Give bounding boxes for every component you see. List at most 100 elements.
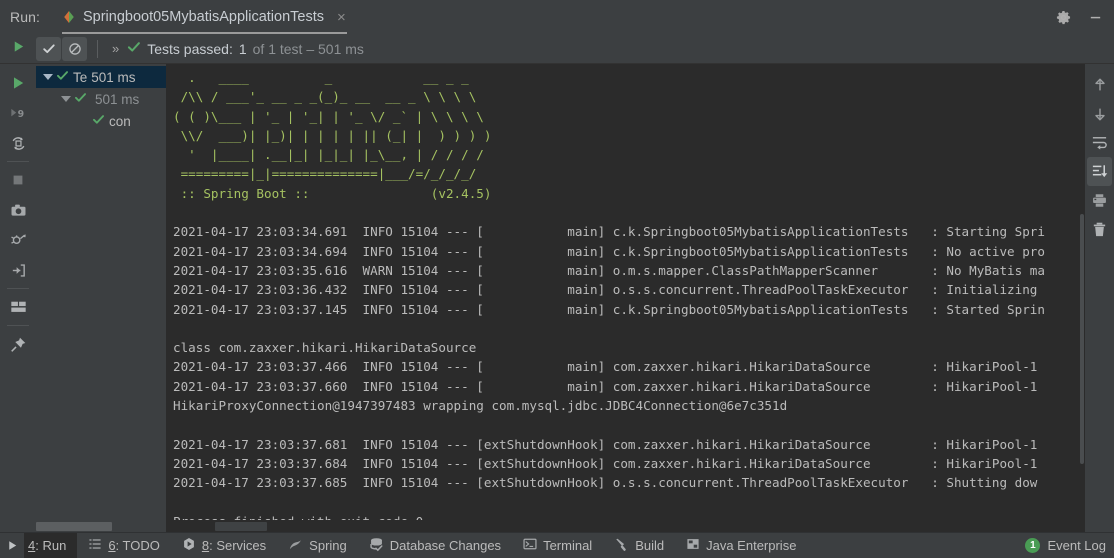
console-line: ( ( )\___ | '_ | '_| | '_ \/ _` | \ \ \ … (173, 108, 484, 124)
delete-icon[interactable] (1087, 215, 1112, 244)
tests-total-duration: of 1 test – 501 ms (252, 40, 364, 57)
services-shortcut-number: 8 (201, 538, 210, 553)
console-line: :: Spring Boot :: (v2.4.5) (173, 185, 492, 201)
rerun-failed-tests-icon[interactable]: 9 (3, 98, 33, 128)
sidebar-item-run[interactable]: 4: Run (24, 532, 78, 558)
run-window-label: Run: (10, 9, 40, 25)
toolbar-run-cell (0, 39, 36, 59)
run-icon[interactable] (3, 68, 33, 98)
print-icon[interactable] (1087, 186, 1112, 215)
sidebar-item-build[interactable]: Build (603, 533, 675, 558)
gear-icon[interactable] (1050, 4, 1076, 30)
test-status-line: Tests passed: 1 of 1 test – 501 ms (127, 40, 364, 57)
sidebar-item-services[interactable]: 8: Services (171, 533, 277, 558)
console-line: 2021-04-17 23:03:34.694 INFO 15104 --- [… (173, 243, 1045, 259)
console-output-text[interactable]: . ____ _ __ _ _ /\\ / ___'_ __ _ _(_)_ _… (167, 64, 1085, 520)
sidebar-item-terminal[interactable]: Terminal (512, 533, 603, 558)
build-icon (614, 537, 629, 555)
scrollbar-thumb[interactable] (36, 522, 112, 531)
test-tree-row-root[interactable]: Te 501 ms (36, 66, 166, 88)
layout-icon[interactable] (3, 292, 33, 322)
expand-triangle-icon[interactable] (40, 74, 56, 80)
test-tree-row-label: Te (73, 69, 88, 85)
run-icon[interactable] (11, 39, 26, 59)
show-passed-tests-toggle[interactable] (36, 36, 61, 61)
console-line: class com.zaxxer.hikari.HikariDataSource (173, 340, 477, 356)
thread-dump-icon[interactable] (3, 225, 33, 255)
console-line: HikariProxyConnection@1947397483 wrappin… (173, 398, 788, 414)
event-log-area[interactable]: 1 Event Log (1025, 538, 1106, 553)
soft-wrap-icon[interactable] (1087, 128, 1112, 157)
sidebar-item-database-changes[interactable]: Database Changes (358, 533, 512, 558)
test-tree-horizontal-scrollbar[interactable] (36, 520, 166, 532)
rerun-icon[interactable] (3, 128, 33, 158)
console-line: 2021-04-17 23:03:37.685 INFO 15104 --- [… (173, 475, 1038, 491)
console-line: ' |____| .__|_| |_|_| |_\__, | / / / / (173, 147, 484, 163)
run-config-name: Springboot05MybatisApplicationTests (82, 9, 324, 25)
database-changes-label: Database Changes (389, 538, 502, 553)
import-tests-icon[interactable] (3, 255, 33, 285)
toolbar-divider (97, 39, 98, 58)
minimize-icon[interactable] (1082, 4, 1108, 30)
terminal-label: Terminal (543, 538, 593, 553)
console-line: 2021-04-17 23:03:36.432 INFO 15104 --- [… (173, 282, 1038, 298)
hide-ignored-tests-toggle[interactable] (62, 36, 87, 61)
test-tree[interactable]: Te 501 ms 501 ms con (36, 64, 166, 520)
stop-icon[interactable] (3, 165, 33, 195)
console-actions-rail (1085, 64, 1114, 532)
run-toolbar: » Tests passed: 1 of 1 test – 501 ms (0, 34, 1114, 64)
console-line: =========|_|==============|___/=/_/_/_/ (173, 166, 477, 182)
green-check-icon (127, 40, 141, 57)
console-line: 2021-04-17 23:03:34.691 INFO 15104 --- [… (173, 224, 1045, 240)
test-passed-icon (92, 113, 105, 129)
console-line: 2021-04-17 23:03:37.684 INFO 15104 --- [… (173, 455, 1038, 471)
test-passed-icon (56, 69, 69, 85)
todo-icon (88, 537, 102, 554)
console-line: . ____ _ __ _ _ (173, 70, 469, 85)
tool-window-status-bar: 4: Run 6: TODO 8: Services Spring Databa… (0, 532, 1114, 558)
run-toolwindow-arrow-icon[interactable] (0, 539, 24, 552)
spring-label: Spring (309, 538, 347, 553)
run-configuration-tab[interactable]: Springboot05MybatisApplicationTests × (54, 0, 355, 34)
console-horizontal-scrollbar[interactable] (167, 520, 1085, 532)
test-tree-row-class[interactable]: 501 ms (36, 88, 166, 110)
scrollbar-thumb[interactable] (1080, 214, 1084, 464)
gutter-divider-2 (7, 288, 29, 289)
console-vertical-scrollbar[interactable] (1079, 64, 1085, 532)
test-tree-row-method[interactable]: con (36, 110, 166, 132)
sidebar-item-spring[interactable]: Spring (277, 533, 358, 558)
expand-toolbar-icon[interactable]: » (108, 41, 123, 56)
run-config-icon (62, 10, 76, 24)
scroll-to-end-icon[interactable] (1087, 157, 1112, 186)
run-label: : Run (35, 538, 67, 553)
run-actions-gutter: 9 (0, 64, 36, 532)
console-line: /\\ / ___'_ __ _ _(_)_ __ __ _ \ \ \ \ (173, 89, 477, 105)
camera-icon[interactable] (3, 195, 33, 225)
test-tree-row-duration: 501 ms (95, 91, 140, 107)
sidebar-item-java-enterprise[interactable]: Java Enterprise (675, 533, 807, 558)
terminal-icon (523, 537, 537, 554)
svg-text:9: 9 (18, 109, 24, 120)
scrollbar-thumb[interactable] (215, 522, 267, 531)
console-line: 2021-04-17 23:03:37.660 INFO 15104 --- [… (173, 378, 1038, 394)
console-line: 2021-04-17 23:03:37.145 INFO 15104 --- [… (173, 301, 1045, 317)
console-line: \\/ ___)| |_)| | | | | || (_| | ) ) ) ) (173, 127, 492, 143)
java-enterprise-icon (686, 537, 700, 554)
console-line: 2021-04-17 23:03:37.681 INFO 15104 --- [… (173, 436, 1038, 452)
services-icon (182, 537, 196, 554)
expand-triangle-icon[interactable] (58, 96, 74, 102)
console-line: Process finished with exit code 0 (173, 512, 1085, 520)
sidebar-item-todo[interactable]: 6: TODO (77, 533, 171, 558)
arrow-up-icon[interactable] (1087, 70, 1112, 99)
test-filter-toggles (36, 36, 87, 61)
close-tab-icon[interactable]: × (337, 10, 346, 25)
java-enterprise-label: Java Enterprise (706, 538, 797, 553)
pin-tab-icon[interactable] (3, 329, 33, 359)
run-window-titlebar: Run: Springboot05MybatisApplicationTests… (0, 0, 1114, 34)
tests-passed-count: 1 (238, 40, 247, 57)
arrow-down-icon[interactable] (1087, 99, 1112, 128)
